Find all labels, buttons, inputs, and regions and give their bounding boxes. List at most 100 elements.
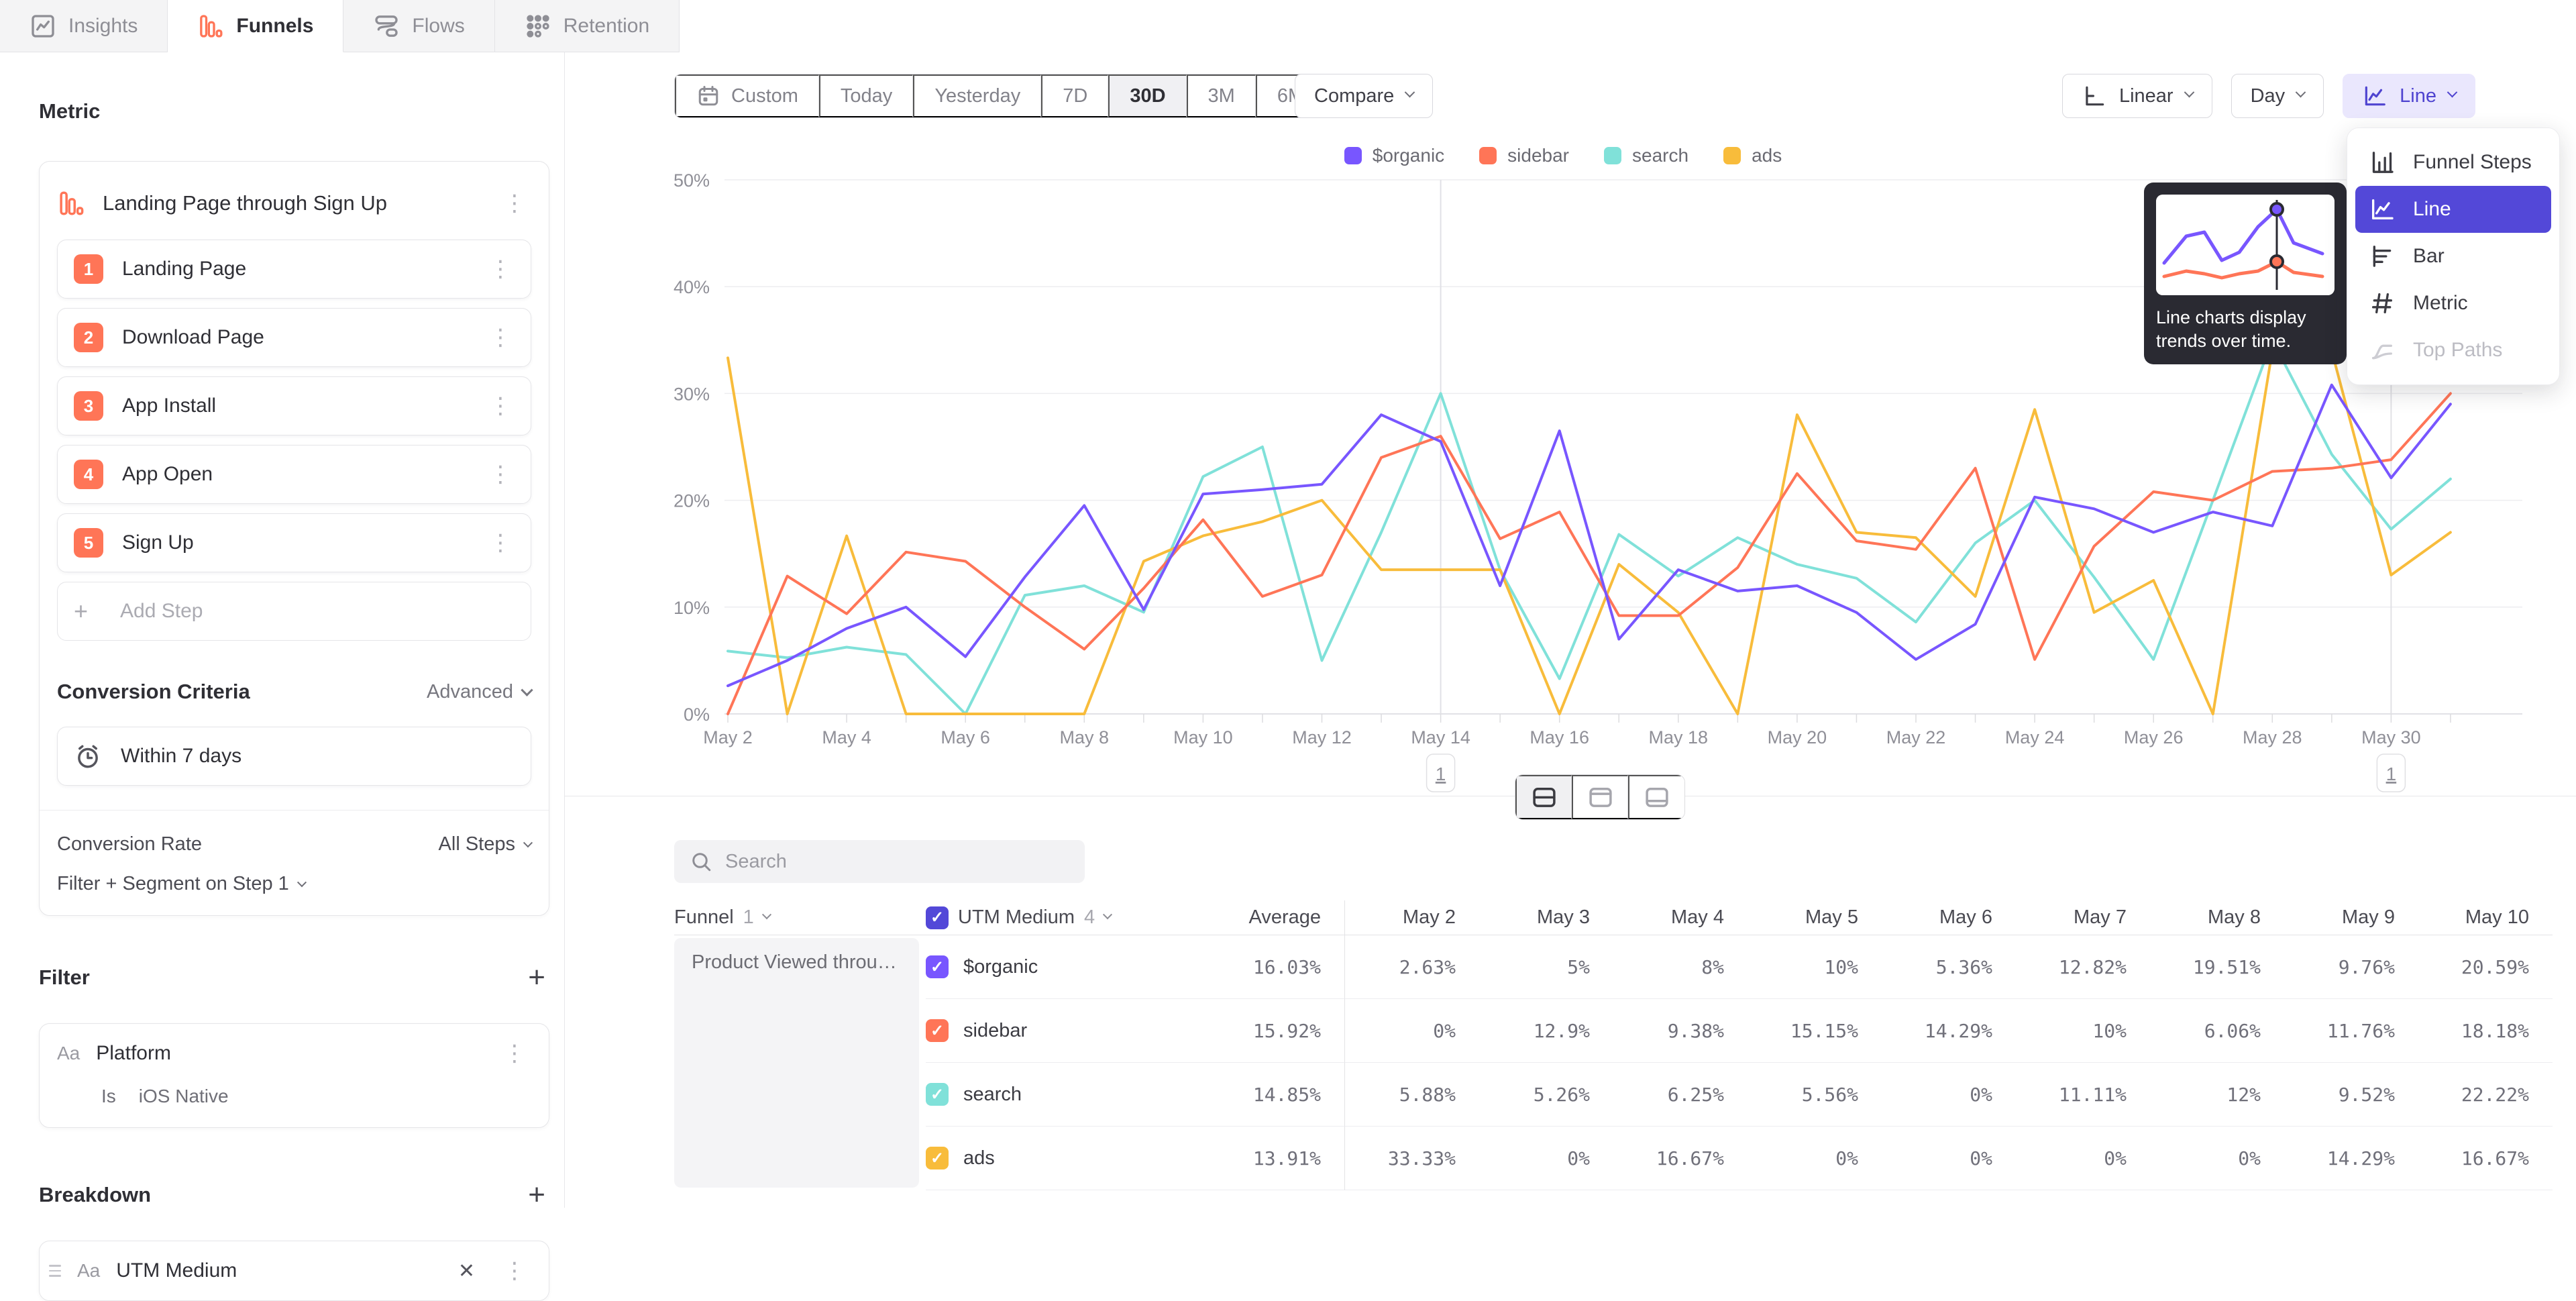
value-cell: 18.18% xyxy=(2418,999,2553,1063)
column-header-may-7[interactable]: May 7 xyxy=(2016,900,2150,935)
column-header-may-4[interactable]: May 4 xyxy=(1613,900,1748,935)
step-label: App Open xyxy=(122,463,465,486)
legend-item-ads[interactable]: ads xyxy=(1723,145,1782,166)
chevron-down-icon xyxy=(1405,87,1415,97)
funnel-column-header[interactable]: Funnel1 xyxy=(674,900,926,935)
value-cell: 11.11% xyxy=(2016,1063,2150,1127)
breakdown-property-row[interactable]: Aa UTM Medium ✕ ⋮ xyxy=(57,1257,531,1284)
layout-table-icon xyxy=(1643,783,1671,811)
menu-item-funnel-steps[interactable]: Funnel Steps xyxy=(2355,139,2551,186)
column-header-may-8[interactable]: May 8 xyxy=(2150,900,2284,935)
advanced-dropdown[interactable]: Advanced xyxy=(427,681,531,703)
funnel-steps-list: 1Landing Page⋮ 2Download Page⋮ 3App Instal… xyxy=(57,240,531,572)
menu-item-metric[interactable]: Metric xyxy=(2355,280,2551,327)
tab-funnels[interactable]: Funnels xyxy=(168,0,343,52)
column-header-may-9[interactable]: May 9 xyxy=(2284,900,2418,935)
chart-type-dropdown-button[interactable]: Line xyxy=(2343,74,2475,118)
chart-type-tooltip: Line charts display trends over time. xyxy=(2144,183,2347,364)
add-step-button[interactable]: + Add Step xyxy=(57,582,531,641)
range-yesterday[interactable]: Yesterday xyxy=(913,74,1041,117)
funnel-step-3[interactable]: 3App Install⋮ xyxy=(57,376,531,435)
series-checkbox[interactable]: ✓ xyxy=(926,955,949,978)
series-name: ads xyxy=(963,1147,995,1169)
annotation-badge[interactable]: 1 xyxy=(1427,754,1455,792)
query-builder-sidebar: Metric Landing Page through Sign Up ⋮ 1L… xyxy=(0,52,565,1208)
value-cell: 0% xyxy=(1748,1127,1882,1190)
linear-axis-icon xyxy=(2082,83,2107,109)
range-custom[interactable]: Custom xyxy=(675,74,819,117)
select-all-checkbox[interactable]: ✓ xyxy=(926,906,949,929)
kebab-menu-icon[interactable]: ⋮ xyxy=(498,1040,531,1067)
kebab-menu-icon[interactable]: ⋮ xyxy=(498,190,531,217)
range-7d[interactable]: 7D xyxy=(1041,74,1108,117)
kebab-menu-icon[interactable]: ⋮ xyxy=(484,529,517,556)
range-today[interactable]: Today xyxy=(819,74,913,117)
add-breakdown-button[interactable]: + xyxy=(524,1185,549,1205)
breakdown-column-header[interactable]: ✓UTM Medium4 xyxy=(926,900,1181,935)
layout-table-button[interactable] xyxy=(1628,775,1684,819)
column-header-may-10[interactable]: May 10 xyxy=(2418,900,2553,935)
range-label: Custom xyxy=(731,85,798,107)
funnel-title: Landing Page through Sign Up xyxy=(103,191,480,215)
column-header-may-2[interactable]: May 2 xyxy=(1345,900,1479,935)
kebab-menu-icon[interactable]: ⋮ xyxy=(484,393,517,419)
conversion-rate-steps-dropdown[interactable]: All Steps xyxy=(439,833,531,855)
search-input[interactable] xyxy=(725,851,1070,873)
step-number-badge: 5 xyxy=(74,528,103,558)
funnel-step-4[interactable]: 4App Open⋮ xyxy=(57,445,531,504)
kebab-menu-icon[interactable]: ⋮ xyxy=(484,256,517,282)
series-checkbox[interactable]: ✓ xyxy=(926,1147,949,1169)
menu-item-bar[interactable]: Bar xyxy=(2355,233,2551,280)
tab-insights[interactable]: Insights xyxy=(0,0,168,52)
series-checkbox[interactable]: ✓ xyxy=(926,1083,949,1106)
value-cell: 16.67% xyxy=(2418,1127,2553,1190)
layout-split-button[interactable] xyxy=(1515,775,1572,819)
menu-item-line[interactable]: Line xyxy=(2355,186,2551,233)
funnel-metric-header[interactable]: Landing Page through Sign Up ⋮ xyxy=(57,176,531,230)
legend-item-search[interactable]: search xyxy=(1604,145,1688,166)
funnel-step-1[interactable]: 1Landing Page⋮ xyxy=(57,240,531,299)
filter-condition-row[interactable]: Is iOS Native xyxy=(57,1086,531,1107)
layout-split-icon xyxy=(1530,783,1558,811)
granularity-dropdown-button[interactable]: Day xyxy=(2231,74,2324,118)
chart-type-menu: Funnel StepsLineBarMetricTop Paths xyxy=(2347,127,2560,385)
tab-retention[interactable]: Retention xyxy=(495,0,680,52)
column-header-average[interactable]: Average xyxy=(1181,900,1345,935)
compare-button[interactable]: Compare xyxy=(1295,74,1433,118)
funnel-header-label: Funnel xyxy=(674,906,734,929)
column-header-may-6[interactable]: May 6 xyxy=(1882,900,2016,935)
annotation-badge[interactable]: 1 xyxy=(2377,754,2405,792)
value-cell: 12% xyxy=(2150,1063,2284,1127)
kebab-menu-icon[interactable]: ⋮ xyxy=(484,324,517,351)
svg-text:May 22: May 22 xyxy=(1886,727,1946,747)
legend-item-organic[interactable]: $organic xyxy=(1344,145,1444,166)
kebab-menu-icon[interactable]: ⋮ xyxy=(484,461,517,488)
filter-segment-dropdown[interactable]: Filter + Segment on Step 1 xyxy=(57,873,305,895)
tab-flows[interactable]: Flows xyxy=(343,0,494,52)
add-filter-button[interactable]: + xyxy=(524,968,549,988)
value-cell: 5.36% xyxy=(1882,935,2016,999)
drag-handle-icon[interactable] xyxy=(49,1265,61,1277)
range-30d[interactable]: 30D xyxy=(1108,74,1186,117)
string-type-icon: Aa xyxy=(57,1043,80,1064)
column-header-may-3[interactable]: May 3 xyxy=(1479,900,1613,935)
tooltip-caption: Line charts display trends over time. xyxy=(2156,306,2334,352)
column-header-may-5[interactable]: May 5 xyxy=(1748,900,1882,935)
funnel-name-cell[interactable]: Product Viewed through P... xyxy=(674,935,926,1190)
breakdown-header-label: UTM Medium xyxy=(958,906,1075,929)
tab-label: Flows xyxy=(412,15,464,38)
menu-item-top-paths[interactable]: Top Paths xyxy=(2355,327,2551,374)
remove-breakdown-icon[interactable]: ✕ xyxy=(451,1259,482,1283)
funnel-step-5[interactable]: 5Sign Up⋮ xyxy=(57,513,531,572)
funnel-step-2[interactable]: 2Download Page⋮ xyxy=(57,308,531,367)
breakdown-heading-label: Breakdown xyxy=(39,1183,151,1207)
legend-item-sidebar[interactable]: sidebar xyxy=(1479,145,1569,166)
filter-property-row[interactable]: Aa Platform ⋮ xyxy=(57,1040,531,1067)
kebab-menu-icon[interactable]: ⋮ xyxy=(498,1257,531,1284)
conversion-window-button[interactable]: Within 7 days xyxy=(57,727,531,786)
range-3m[interactable]: 3M xyxy=(1187,74,1256,117)
scale-dropdown-button[interactable]: Linear xyxy=(2062,74,2212,118)
flows-icon xyxy=(373,13,400,40)
series-checkbox[interactable]: ✓ xyxy=(926,1019,949,1042)
layout-chart-button[interactable] xyxy=(1572,775,1628,819)
